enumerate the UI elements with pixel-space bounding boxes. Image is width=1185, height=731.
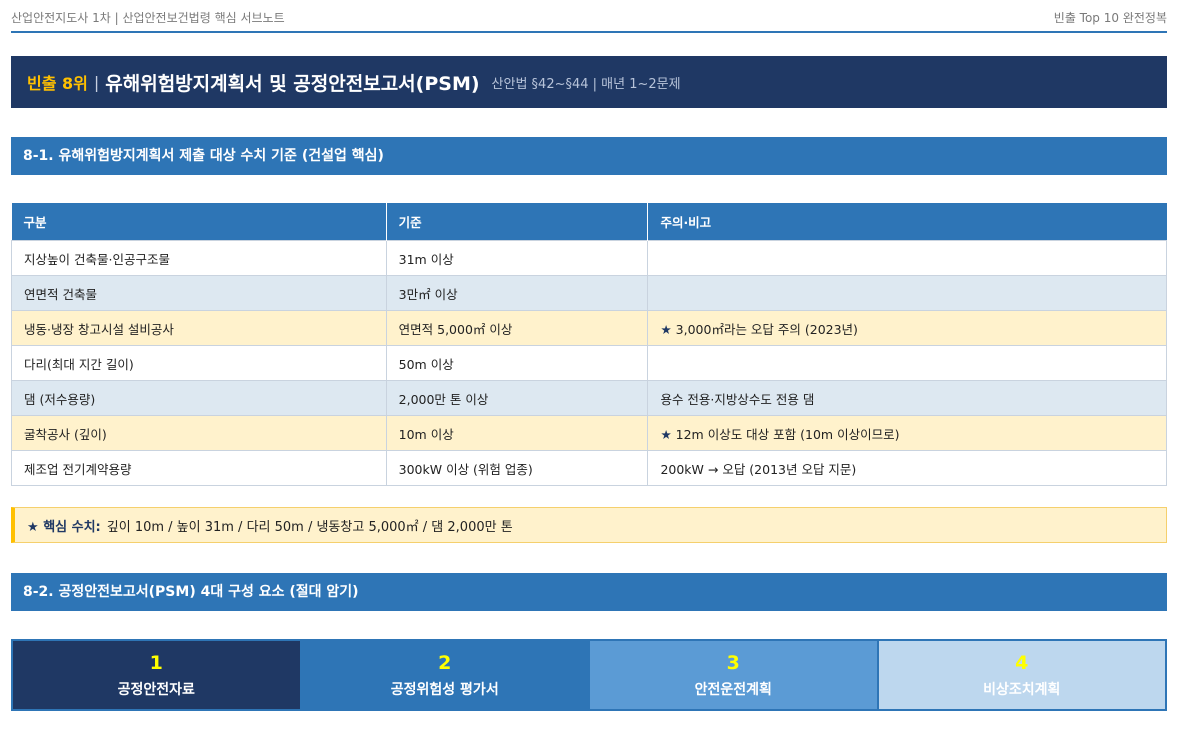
table-row: 제조업 전기계약용량 300kW 이상 (위험 업종) 200kW → 오답 (20… <box>11 450 1167 486</box>
chapter-subtitle: 산안법 §42~§44 | 매년 1~2문제 <box>491 76 681 92</box>
cell-note: ★ 12m 이상도 대상 포함 (10m 이상이므로) <box>647 415 1167 451</box>
table-row: 굴착공사 (깊이) 10m 이상 ★ 12m 이상도 대상 포함 (10m 이상이므로… <box>11 415 1167 451</box>
table-row: 연면적 건축물 3만㎡ 이상 <box>11 275 1167 311</box>
star-icon: ★ <box>660 321 672 337</box>
cell-note: ★ 3,000㎡라는 오답 주의 (2023년) <box>647 310 1167 346</box>
psm-component-number: 2 <box>438 651 452 674</box>
table-header-row: 구분 기준 주의·비고 <box>11 203 1167 241</box>
cell-category: 다리(최대 지간 길이) <box>11 345 387 381</box>
table-row: 지상높이 건축물·인공구조물 31m 이상 <box>11 240 1167 276</box>
note-text: 200kW → 오답 (2013년 오답 지문) <box>660 461 857 477</box>
callout-text: 깊이 10m / 높이 31m / 다리 50m / 냉동창고 5,000㎡ /… <box>106 519 513 535</box>
star-icon: ★ <box>27 519 39 535</box>
title-separator: | <box>93 72 100 92</box>
note-text: 용수 전용·지방상수도 전용 댐 <box>660 391 815 407</box>
running-header: 산업안전지도사 1차 | 산업안전보건법령 핵심 서브노트 빈출 Top 10 … <box>11 0 1167 33</box>
cell-note <box>647 240 1167 276</box>
callout-lead-label: 핵심 수치: <box>43 519 101 535</box>
key-figures-callout: ★ 핵심 수치: 깊이 10m / 높이 31m / 다리 50m / 냉동창고… <box>11 507 1167 543</box>
cell-note: 용수 전용·지방상수도 전용 댐 <box>647 380 1167 416</box>
cell-criteria: 2,000만 톤 이상 <box>385 380 649 416</box>
psm-component-number: 3 <box>726 651 740 674</box>
psm-component-number: 4 <box>1015 651 1029 674</box>
cell-criteria: 31m 이상 <box>385 240 649 276</box>
psm-component-card: 4 비상조치계획 <box>878 641 1165 709</box>
psm-component-card: 1 공정안전자료 <box>13 641 302 709</box>
note-text: 12m 이상도 대상 포함 (10m 이상이므로) <box>675 426 900 442</box>
cell-category: 제조업 전기계약용량 <box>11 450 387 486</box>
table-row: 댐 (저수용량) 2,000만 톤 이상 용수 전용·지방상수도 전용 댐 <box>11 380 1167 416</box>
callout-lead: ★ 핵심 수치: <box>27 516 101 535</box>
chapter-title-banner: 빈출 8위 | 유해위험방지계획서 및 공정안전보고서(PSM) 산안법 §42… <box>11 56 1167 108</box>
psm-component-label: 공정위험성 평가서 <box>390 681 499 698</box>
psm-component-card: 3 안전운전계획 <box>590 641 879 709</box>
cell-note <box>647 275 1167 311</box>
rank-label: 빈출 8위 <box>27 74 88 93</box>
column-header-category: 구분 <box>11 203 387 241</box>
star-icon: ★ <box>660 426 672 442</box>
criteria-table: 구분 기준 주의·비고 지상높이 건축물·인공구조물 31m 이상 연면적 건축물 3… <box>11 203 1167 486</box>
cell-category: 댐 (저수용량) <box>11 380 387 416</box>
table-row: 다리(최대 지간 길이) 50m 이상 <box>11 345 1167 381</box>
page: 산업안전지도사 1차 | 산업안전보건법령 핵심 서브노트 빈출 Top 10 … <box>11 0 1167 711</box>
note-text: 3,000㎡라는 오답 주의 (2023년) <box>675 321 858 337</box>
column-header-note: 주의·비고 <box>647 203 1167 241</box>
cell-criteria: 3만㎡ 이상 <box>385 275 649 311</box>
header-series-title: 빈출 Top 10 완전정복 <box>1053 11 1167 25</box>
cell-criteria: 50m 이상 <box>385 345 649 381</box>
section-heading-8-2: 8-2. 공정안전보고서(PSM) 4대 구성 요소 (절대 암기) <box>11 573 1167 611</box>
cell-criteria: 10m 이상 <box>385 415 649 451</box>
chapter-title: 유해위험방지계획서 및 공정안전보고서(PSM) <box>105 72 480 95</box>
cell-category: 냉동·냉장 창고시설 설비공사 <box>11 310 387 346</box>
cell-criteria: 연면적 5,000㎡ 이상 <box>385 310 649 346</box>
psm-component-card: 2 공정위험성 평가서 <box>301 641 590 709</box>
cell-note: 200kW → 오답 (2013년 오답 지문) <box>647 450 1167 486</box>
psm-component-label: 안전운전계획 <box>694 681 772 698</box>
cell-criteria: 300kW 이상 (위험 업종) <box>385 450 649 486</box>
cell-note <box>647 345 1167 381</box>
psm-component-number: 1 <box>149 651 163 674</box>
cell-category: 굴착공사 (깊이) <box>11 415 387 451</box>
psm-component-label: 공정안전자료 <box>117 681 195 698</box>
column-header-criteria: 기준 <box>386 203 649 241</box>
table-row: 냉동·냉장 창고시설 설비공사 연면적 5,000㎡ 이상 ★ 3,000㎡라는 오답… <box>11 310 1167 346</box>
section-heading-8-1: 8-1. 유해위험방지계획서 제출 대상 수치 기준 (건설업 핵심) <box>11 137 1167 175</box>
cell-category: 지상높이 건축물·인공구조물 <box>11 240 387 276</box>
psm-components: 1 공정안전자료 2 공정위험성 평가서 3 안전운전계획 4 비상조치계획 <box>11 639 1167 711</box>
header-course-title: 산업안전지도사 1차 | 산업안전보건법령 핵심 서브노트 <box>11 11 285 25</box>
psm-component-label: 비상조치계획 <box>983 681 1061 698</box>
table-body: 지상높이 건축물·인공구조물 31m 이상 연면적 건축물 3만㎡ 이상 냉동·냉장 창… <box>11 240 1167 486</box>
cell-category: 연면적 건축물 <box>11 275 387 311</box>
